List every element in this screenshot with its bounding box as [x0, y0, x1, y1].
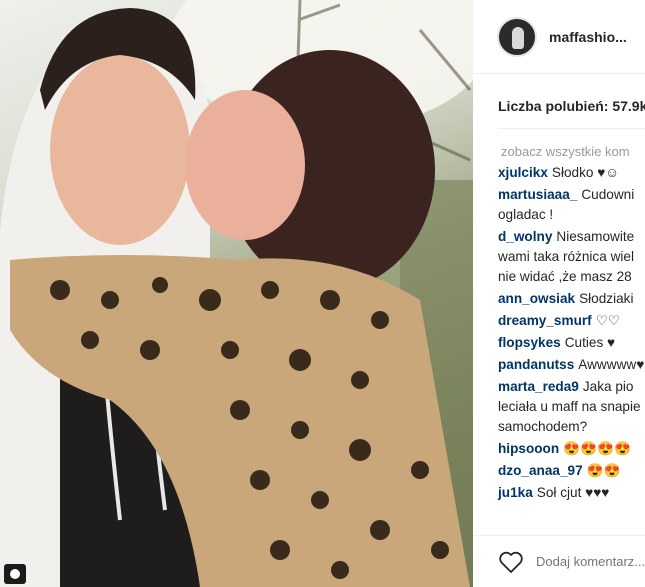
comment-text: 😍😍 — [586, 463, 621, 478]
see-all-comments-link[interactable]: zobacz wszystkie kom — [473, 129, 645, 159]
comment-text: 😍😍😍😍 — [563, 441, 631, 456]
comment-item: martusiaaa_ Cudowni ogladac ! — [498, 185, 645, 225]
comment-item: ann_owsiak Słodziaki — [498, 289, 645, 309]
comment-text: Słodziaki — [579, 291, 634, 306]
post-sidebar: maffashio... Liczba polubień: 57.9k zoba… — [473, 0, 645, 587]
comment-username[interactable]: hipsooon — [498, 441, 559, 456]
comment-text: ♡♡ — [595, 313, 621, 328]
comment-text: Soł cjut ♥♥♥ — [536, 485, 610, 500]
comment-username[interactable]: ju1ka — [498, 485, 533, 500]
comment-username[interactable]: pandanutss — [498, 357, 574, 372]
comment-bar — [473, 535, 645, 587]
comment-username[interactable]: flopsykes — [498, 335, 561, 350]
comment-item: ju1ka Soł cjut ♥♥♥ — [498, 483, 645, 503]
comment-username[interactable]: ann_owsiak — [498, 291, 575, 306]
comment-username[interactable]: martusiaaa_ — [498, 187, 577, 202]
avatar[interactable] — [497, 16, 537, 57]
comment-item: dzo_anaa_97 😍😍 — [498, 461, 645, 481]
username-link[interactable]: maffashio... — [549, 29, 627, 45]
photo-illustration — [0, 0, 473, 587]
comment-item: dreamy_smurf ♡♡ — [498, 311, 645, 331]
comment-username[interactable]: dreamy_smurf — [498, 313, 592, 328]
comment-item: flopsykes Cuties ♥ — [498, 333, 645, 353]
likes-count[interactable]: Liczba polubień: 57.9k — [473, 74, 645, 114]
comment-text: Cuties ♥ — [564, 335, 616, 350]
comment-username[interactable]: xjulcikx — [498, 165, 548, 180]
comments-list: xjulcikx Słodko ♥☺ martusiaaa_ Cudowni ogl… — [473, 159, 645, 503]
comment-item: hipsooon 😍😍😍😍 — [498, 439, 645, 459]
post-header: maffashio... — [473, 0, 645, 74]
comment-username[interactable]: dzo_anaa_97 — [498, 463, 583, 478]
camera-icon[interactable] — [4, 564, 26, 584]
comment-item: marta_reda9 Jaka pio leciała u maff na sn… — [498, 377, 645, 437]
comment-username[interactable]: d_wolny — [498, 229, 552, 244]
comment-username[interactable]: marta_reda9 — [498, 379, 579, 394]
comment-item: d_wolny Niesamowite wami taka różnica wie… — [498, 227, 645, 287]
comment-item: pandanutss Awwwww♥ — [498, 355, 645, 375]
comment-text: Słodko ♥☺ — [551, 165, 620, 180]
heart-icon[interactable] — [498, 550, 524, 574]
post-photo[interactable] — [0, 0, 473, 587]
comment-input[interactable] — [536, 554, 645, 569]
comment-text: Awwwww♥ — [578, 357, 645, 372]
comment-item: xjulcikx Słodko ♥☺ — [498, 163, 645, 183]
